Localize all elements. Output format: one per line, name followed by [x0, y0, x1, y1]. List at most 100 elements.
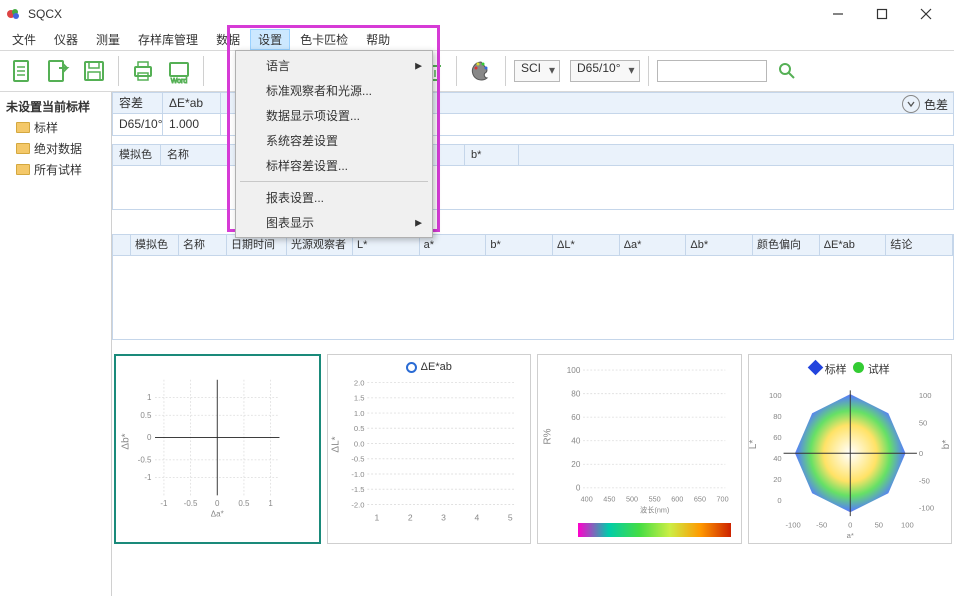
print-button[interactable]	[127, 55, 159, 87]
dd-observer-illuminant[interactable]: 标准观察者和光源...	[238, 78, 430, 103]
toolbar-separator-3	[456, 56, 457, 86]
palette-button[interactable]	[465, 55, 497, 87]
search-input[interactable]	[657, 60, 767, 82]
sidebar: 未设置当前标样 标样 绝对数据 所有试样	[0, 92, 112, 596]
th-simcolor: 模拟色	[113, 145, 161, 165]
chart1-ylabel: Δb*	[121, 433, 132, 449]
legend-trial: 试样	[868, 364, 890, 376]
svg-text:a*: a*	[846, 531, 853, 539]
chart-deab[interactable]: ΔE*ab 2.01.51.00.50.0-0.5-1.0-1.5-2.0 12…	[327, 354, 532, 544]
main: 未设置当前标样 标样 绝对数据 所有试样 容差 ΔE*ab D65/10° 1.…	[0, 92, 954, 596]
word-export-button[interactable]: Word	[163, 55, 195, 87]
app-icon	[6, 6, 22, 22]
save-button[interactable]	[78, 55, 110, 87]
menu-data[interactable]: 数据	[208, 29, 248, 50]
svg-text:0: 0	[147, 433, 152, 442]
svg-text:3: 3	[441, 513, 446, 523]
menu-settings[interactable]: 设置	[250, 29, 290, 50]
svg-text:700: 700	[717, 494, 729, 503]
svg-text:-1.0: -1.0	[351, 470, 364, 479]
search-button[interactable]	[771, 55, 803, 87]
th-obs: 光源观察者	[287, 235, 353, 255]
chart2-title-text: ΔE*ab	[421, 361, 452, 373]
charts-row: -1-0.500.51 Δa* 10.50-0.5-1 Δb* ΔE*ab	[112, 354, 954, 544]
dd-system-tolerance[interactable]: 系统容差设置	[238, 128, 430, 153]
th-verdict: 结论	[886, 235, 953, 255]
chart-dab[interactable]: -1-0.500.51 Δa* 10.50-0.5-1 Δb*	[114, 354, 321, 544]
svg-text:550: 550	[649, 494, 661, 503]
svg-text:-1.5: -1.5	[351, 485, 364, 494]
toolbar-separator-4	[505, 56, 506, 86]
menu-library[interactable]: 存样库管理	[130, 29, 206, 50]
svg-text:80: 80	[571, 389, 581, 398]
svg-text:-100: -100	[785, 521, 800, 530]
dd-separator	[240, 181, 428, 182]
dd-display-options[interactable]: 数据显示项设置...	[238, 103, 430, 128]
chart-gamut[interactable]: 标样 试样	[748, 354, 953, 544]
sidebar-item-all-trials[interactable]: 所有试样	[2, 159, 109, 180]
th-simcolor: 模拟色	[131, 235, 179, 255]
chart2-title: ΔE*ab	[334, 361, 525, 373]
svg-text:0.5: 0.5	[353, 424, 364, 433]
dd-chart-display[interactable]: 图表显示	[238, 210, 430, 235]
menu-measure[interactable]: 测量	[88, 29, 128, 50]
toolbar: Word SCI D65/10°	[0, 50, 954, 92]
toolbar-separator	[118, 56, 119, 86]
sci-select[interactable]: SCI	[514, 60, 560, 82]
dd-language[interactable]: 语言	[238, 53, 430, 78]
chart4-y2label: b*	[941, 440, 952, 449]
maximize-button[interactable]	[860, 0, 904, 28]
svg-text:20: 20	[773, 475, 781, 484]
sidebar-item-standard[interactable]: 标样	[2, 117, 109, 138]
svg-text:-100: -100	[918, 503, 933, 512]
th-da: Δa*	[620, 235, 687, 255]
svg-text:1.5: 1.5	[353, 394, 364, 403]
svg-text:-0.5: -0.5	[138, 455, 152, 464]
close-button[interactable]	[904, 0, 948, 28]
results-table-body	[112, 256, 954, 340]
illuminant-select[interactable]: D65/10°	[570, 60, 640, 82]
expand-button[interactable]	[902, 95, 920, 113]
svg-text:-50: -50	[816, 521, 827, 530]
svg-text:波长(nm): 波长(nm)	[640, 505, 669, 514]
chart-reflectance[interactable]: 100806040200 400450500550600650700 波长(nm…	[537, 354, 742, 544]
td-illum: D65/10°	[113, 114, 163, 135]
svg-text:40: 40	[571, 436, 581, 445]
svg-text:40: 40	[773, 454, 781, 463]
dot-icon	[853, 362, 864, 373]
new-document-button[interactable]	[6, 55, 38, 87]
th-deab: ΔE*ab	[163, 93, 221, 114]
svg-text:-1: -1	[160, 499, 168, 508]
svg-text:1: 1	[268, 499, 273, 508]
dd-standard-tolerance[interactable]: 标样容差设置...	[238, 153, 430, 178]
svg-text:-0.5: -0.5	[351, 455, 364, 464]
svg-text:-1: -1	[144, 473, 152, 482]
svg-text:450: 450	[603, 494, 615, 503]
sidebar-item-absolute[interactable]: 绝对数据	[2, 138, 109, 159]
sidebar-title: 未设置当前标样	[2, 96, 109, 117]
menu-file[interactable]: 文件	[4, 29, 44, 50]
th-dL: ΔL*	[553, 235, 620, 255]
titlebar: SQCX	[0, 0, 954, 28]
svg-text:400: 400	[581, 494, 593, 503]
th-name: 名称	[179, 235, 227, 255]
sidebar-item-label: 绝对数据	[34, 140, 82, 157]
toolbar-separator-2	[203, 56, 204, 86]
menu-instrument[interactable]: 仪器	[46, 29, 86, 50]
minimize-button[interactable]	[816, 0, 860, 28]
svg-text:650: 650	[694, 494, 706, 503]
open-button[interactable]	[42, 55, 74, 87]
svg-text:100: 100	[768, 391, 781, 400]
th-bias: 颜色偏向	[753, 235, 820, 255]
svg-text:0.5: 0.5	[238, 499, 250, 508]
menubar: 文件 仪器 测量 存样库管理 数据 设置 色卡匹检 帮助	[0, 28, 954, 50]
th-idx	[113, 235, 131, 255]
svg-text:50: 50	[918, 419, 926, 428]
chart4-ylabel: L*	[748, 440, 759, 449]
results-table: 模拟色 名称 日期时间 光源观察者 L* a* b* ΔL* Δa* Δb* 颜…	[112, 234, 954, 340]
menu-help[interactable]: 帮助	[358, 29, 398, 50]
dd-report-settings[interactable]: 报表设置...	[238, 185, 430, 210]
menu-colorcard[interactable]: 色卡匹检	[292, 29, 356, 50]
sci-value: SCI	[521, 61, 541, 75]
svg-text:1: 1	[374, 513, 379, 523]
